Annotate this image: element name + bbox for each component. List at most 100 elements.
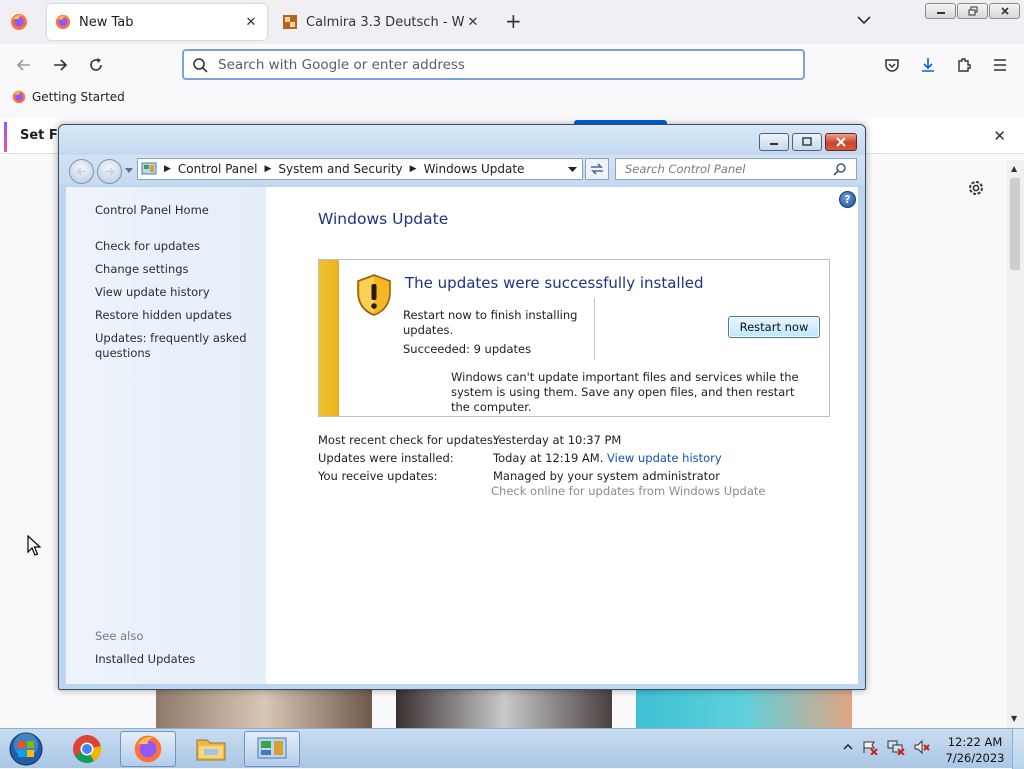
story-thumbnail[interactable] xyxy=(636,690,852,728)
see-also-heading: See also xyxy=(95,629,144,643)
search-icon xyxy=(193,57,208,73)
minimize-icon xyxy=(770,143,778,145)
close-button[interactable] xyxy=(989,3,1020,19)
minimize-button[interactable] xyxy=(925,3,956,19)
close-icon xyxy=(836,137,846,147)
breadcrumb-item-system-and-security[interactable]: System and Security xyxy=(278,162,402,176)
update-status-panel: The updates were successfully installed … xyxy=(318,259,830,417)
forward-button[interactable] xyxy=(49,54,71,76)
updates-faq-link[interactable]: Updates: frequently asked questions xyxy=(95,331,255,361)
window-maximize-button[interactable] xyxy=(792,133,822,151)
firefox-icon[interactable] xyxy=(10,13,28,31)
mouse-pointer-icon xyxy=(27,535,41,556)
forward-button[interactable] xyxy=(97,159,122,184)
page-scrollbar[interactable]: ▲ ▼ xyxy=(1007,160,1024,728)
taskbar-chrome[interactable] xyxy=(59,731,115,767)
gear-icon[interactable] xyxy=(966,178,986,198)
extensions-button[interactable] xyxy=(953,54,975,76)
bookmark-getting-started[interactable]: Getting Started xyxy=(12,90,125,104)
chevron-down-icon[interactable] xyxy=(856,12,872,28)
network-icon[interactable] xyxy=(887,739,905,755)
tab-close-button[interactable]: ✕ xyxy=(465,15,481,30)
control-panel-icon xyxy=(141,162,157,175)
taskbar-explorer[interactable] xyxy=(183,731,239,767)
restart-now-button[interactable]: Restart now xyxy=(728,316,820,338)
view-update-history-link[interactable]: View update history xyxy=(95,285,255,300)
story-thumbnail[interactable] xyxy=(396,690,612,728)
chevron-down-icon[interactable] xyxy=(568,167,577,173)
info-value: Today at 12:19 AM. xyxy=(493,451,604,465)
volume-muted-icon[interactable] xyxy=(913,739,931,755)
downloads-button[interactable] xyxy=(917,54,939,76)
restore-icon xyxy=(968,6,977,16)
app-menu-button[interactable] xyxy=(989,54,1011,76)
firefox-icon xyxy=(55,14,71,30)
breadcrumb-separator[interactable]: ▶ xyxy=(164,164,171,174)
address-bar[interactable] xyxy=(182,49,805,80)
window-close-button[interactable] xyxy=(825,133,857,151)
taskbar-firefox[interactable] xyxy=(120,731,176,767)
calmira-icon xyxy=(283,15,297,29)
info-value-group: Today at 12:19 AM. View update history xyxy=(493,451,722,465)
tab-calmira[interactable]: Calmira 3.3 Deutsch - Windows ✕ xyxy=(274,4,489,40)
restore-button[interactable] xyxy=(957,3,988,19)
back-button[interactable] xyxy=(69,159,94,184)
breadcrumb[interactable]: ▶ Control Panel ▶ System and Security ▶ … xyxy=(137,158,583,180)
view-update-history-link[interactable]: View update history xyxy=(607,451,722,465)
pocket-button[interactable] xyxy=(881,54,903,76)
tab-close-button[interactable]: ✕ xyxy=(243,15,259,30)
show-desktop-button[interactable] xyxy=(1012,729,1024,769)
windows-update-window: ▶ Control Panel ▶ System and Security ▶ … xyxy=(58,124,866,690)
show-hidden-icons-icon[interactable] xyxy=(843,742,853,752)
scroll-up-icon[interactable]: ▲ xyxy=(1011,164,1017,173)
folder-icon xyxy=(196,739,226,761)
windows-start-icon[interactable] xyxy=(7,731,45,767)
recent-pages-dropdown-icon[interactable] xyxy=(125,168,133,174)
check-online-link[interactable]: Check online for updates from Windows Up… xyxy=(491,484,765,498)
address-input[interactable] xyxy=(216,55,776,74)
taskbar-control-panel[interactable] xyxy=(244,731,300,767)
restore-hidden-updates-link[interactable]: Restore hidden updates xyxy=(95,308,255,323)
scrollbar-thumb[interactable] xyxy=(1010,178,1020,270)
search-input[interactable] xyxy=(623,161,833,177)
tab-new-tab[interactable]: New Tab ✕ xyxy=(47,4,267,40)
notification-accent xyxy=(4,122,7,152)
control-panel-home-link[interactable]: Control Panel Home xyxy=(95,203,255,218)
breadcrumb-separator[interactable]: ▶ xyxy=(410,164,417,174)
tab-title: New Tab xyxy=(79,14,134,30)
search-icon[interactable] xyxy=(833,162,847,176)
installed-updates-link[interactable]: Installed Updates xyxy=(95,652,255,667)
help-icon[interactable]: ? xyxy=(839,191,856,208)
reload-button[interactable] xyxy=(85,54,107,76)
back-icon xyxy=(76,167,85,176)
info-value: Managed by your system administrator xyxy=(493,469,720,483)
refresh-button[interactable] xyxy=(585,158,609,180)
back-button[interactable] xyxy=(13,54,35,76)
breadcrumb-item-control-panel[interactable]: Control Panel xyxy=(178,162,258,176)
clock[interactable]: 12:22 AM 7/26/2023 xyxy=(940,734,1010,766)
window-minimize-button[interactable] xyxy=(759,133,789,151)
check-for-updates-link[interactable]: Check for updates xyxy=(95,239,255,254)
info-value: Yesterday at 10:37 PM xyxy=(493,433,622,447)
forward-icon xyxy=(54,59,68,71)
close-icon xyxy=(1000,7,1009,15)
pocket-icon xyxy=(885,59,899,72)
new-tab-button[interactable]: + xyxy=(505,11,522,31)
search-box[interactable] xyxy=(615,158,857,180)
story-thumbnail[interactable] xyxy=(156,690,372,728)
taskbar: 12:22 AM 7/26/2023 xyxy=(0,728,1024,769)
change-settings-link[interactable]: Change settings xyxy=(95,262,255,277)
action-center-icon[interactable] xyxy=(861,739,879,755)
back-icon xyxy=(16,59,30,71)
divider xyxy=(594,298,595,360)
notification-close-button[interactable]: ✕ xyxy=(993,127,1006,145)
menu-icon xyxy=(994,59,1006,71)
tab-title: Calmira 3.3 Deutsch - Windows xyxy=(306,14,465,30)
window-titlebar[interactable] xyxy=(59,125,865,155)
info-label: You receive updates: xyxy=(318,469,438,483)
scroll-down-icon[interactable]: ▼ xyxy=(1011,714,1017,723)
breadcrumb-separator[interactable]: ▶ xyxy=(265,164,272,174)
refresh-icon xyxy=(591,163,603,175)
restart-warning-text: Windows can't update important files and… xyxy=(451,370,799,414)
breadcrumb-item-windows-update[interactable]: Windows Update xyxy=(424,162,525,176)
